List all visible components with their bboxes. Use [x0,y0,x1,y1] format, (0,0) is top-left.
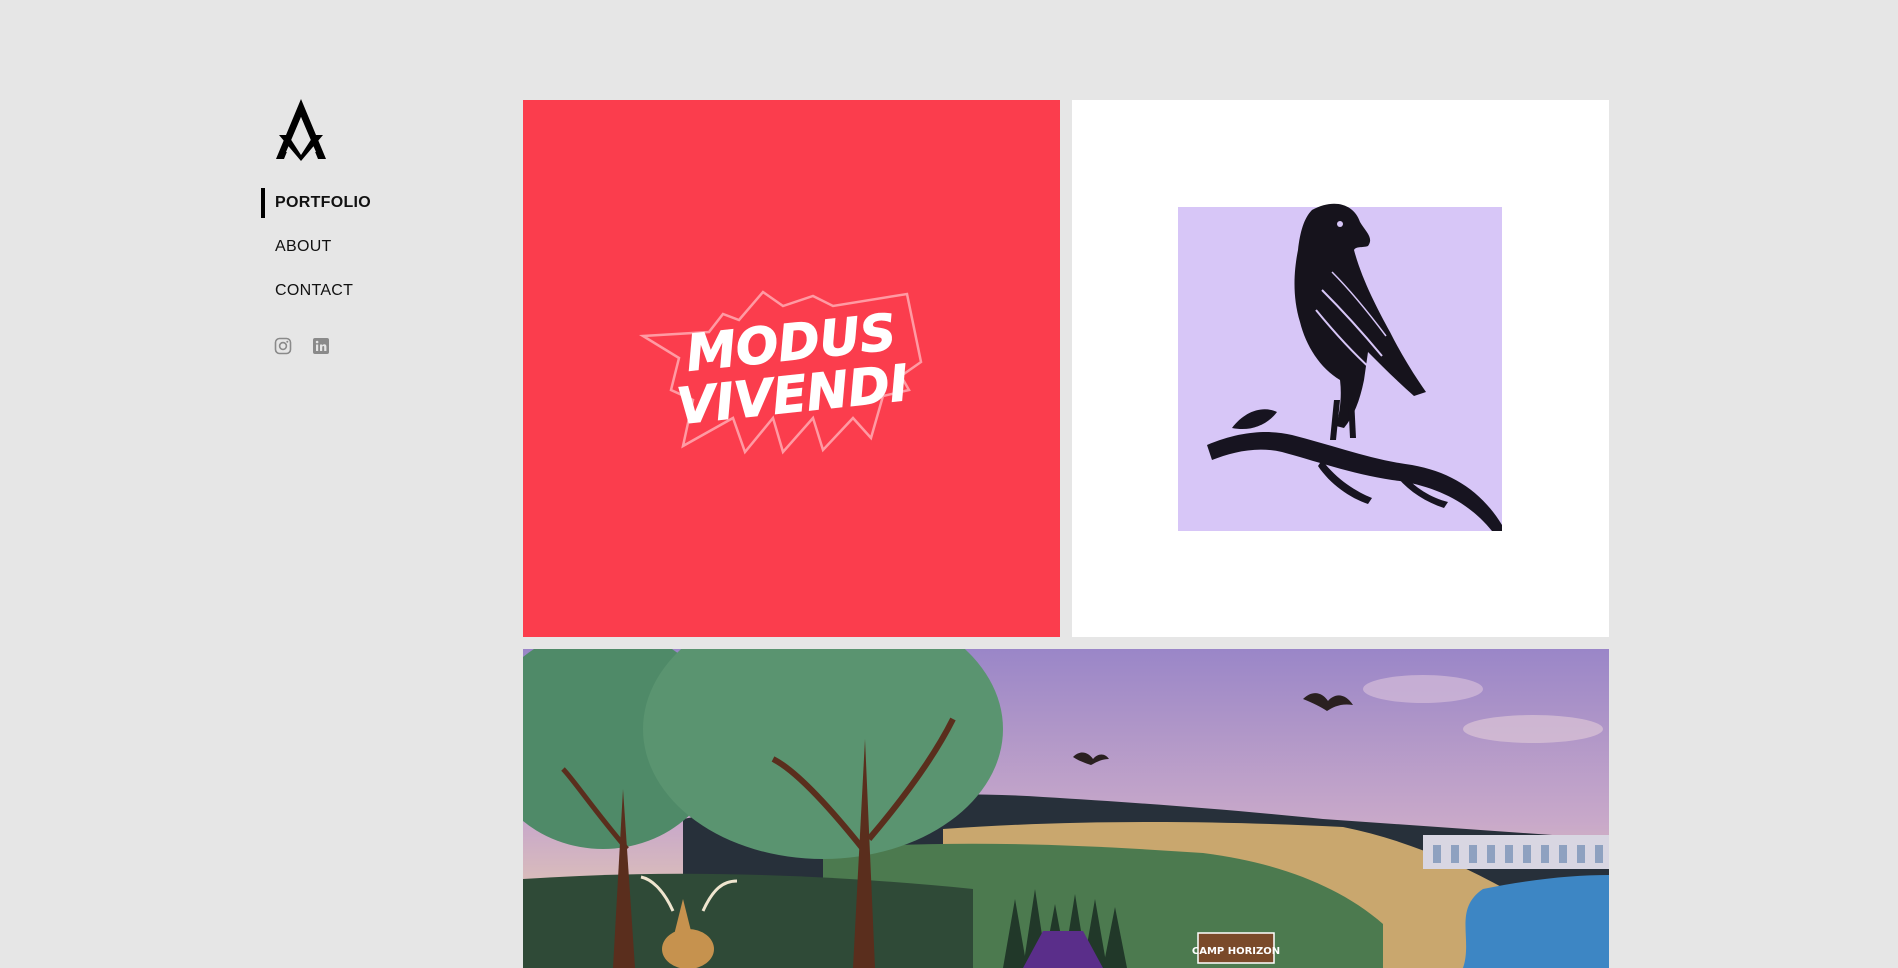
nav-item-contact[interactable]: CONTACT [261,276,371,306]
linkedin-icon[interactable] [312,337,330,355]
aa-monogram-logo[interactable] [274,97,328,161]
portfolio-tile-landscape[interactable]: CAMP HORIZON [523,649,1609,968]
nav-item-about[interactable]: ABOUT [261,232,371,262]
instagram-icon[interactable] [274,337,292,355]
social-links [274,337,330,355]
camp-horizon-sign-text: CAMP HORIZON [1192,946,1280,957]
main-navigation: PORTFOLIO ABOUT CONTACT [261,188,371,320]
nav-item-portfolio[interactable]: PORTFOLIO [261,188,371,218]
portfolio-tile-modus-vivendi[interactable]: MODUS VIVENDI [523,100,1060,637]
portfolio-tile-crow[interactable] [1072,100,1609,637]
